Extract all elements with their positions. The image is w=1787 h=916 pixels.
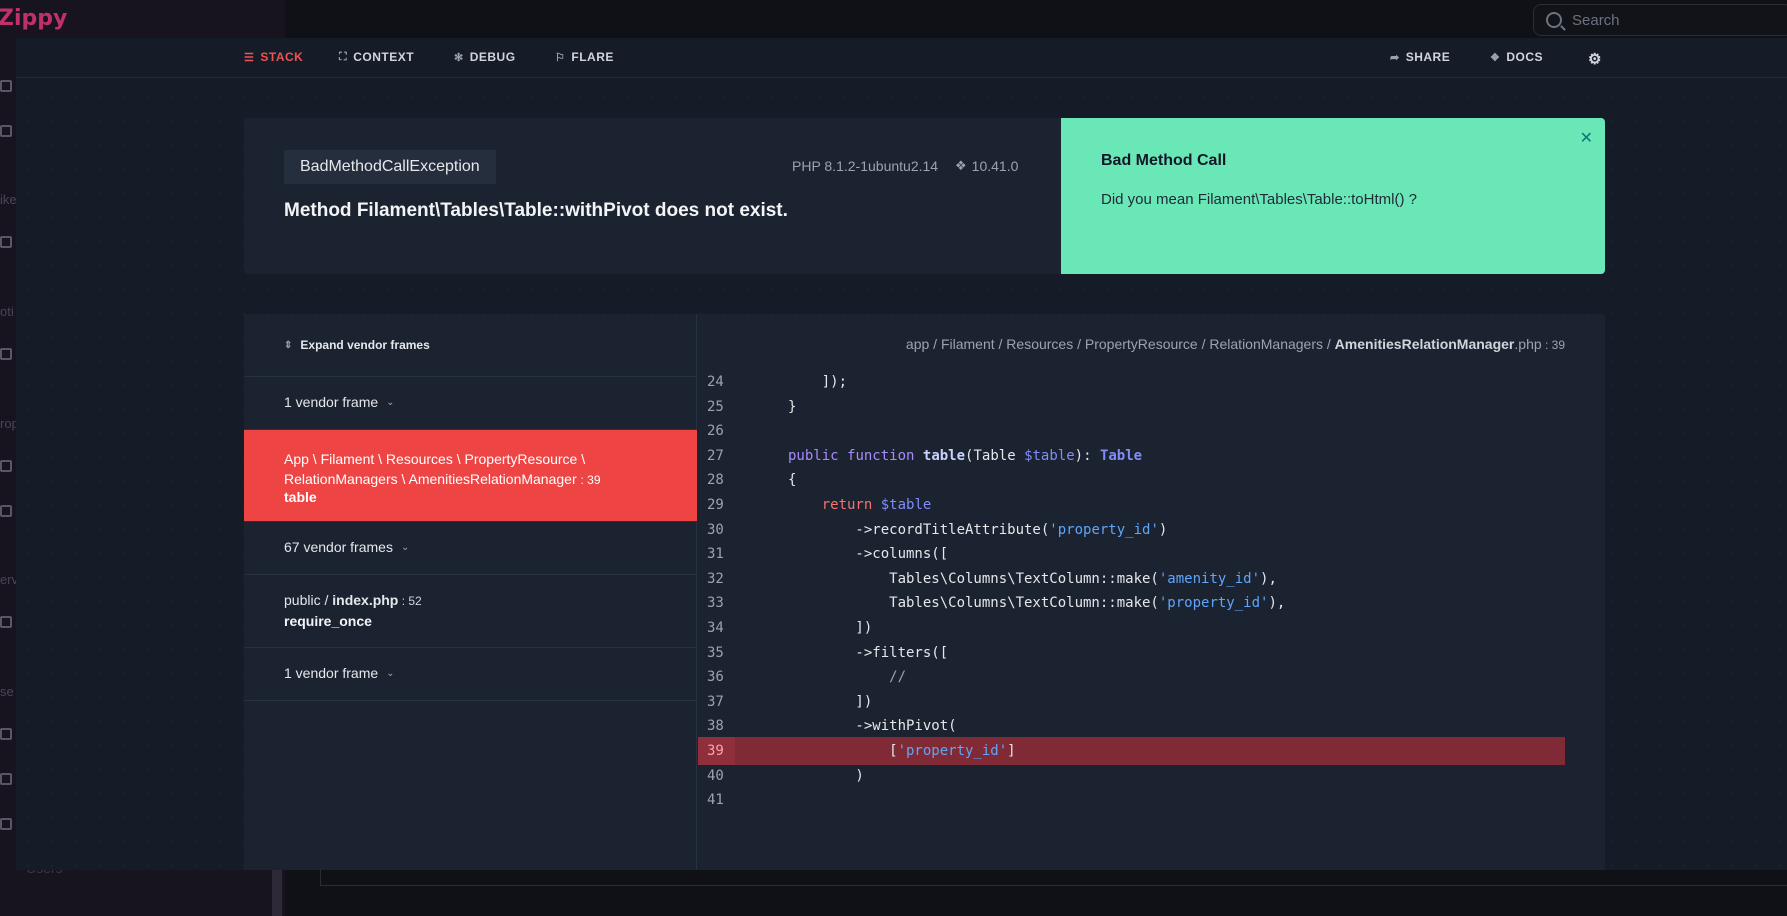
vendor-frame-group[interactable]: 67 vendor frames ⌄ xyxy=(244,522,697,575)
docs-button[interactable]: ❖ DOCS xyxy=(1490,50,1543,64)
settings-button[interactable]: ⚙ xyxy=(1588,50,1602,68)
frame-dir: public / xyxy=(284,592,333,608)
expand-label: Expand vendor frames xyxy=(300,338,430,352)
tab-debug-label: DEBUG xyxy=(469,50,516,64)
list-icon: ☰ xyxy=(244,51,255,64)
code-line: 41 xyxy=(698,786,1565,814)
bug-icon: ✻ xyxy=(454,51,464,64)
app-frame[interactable]: public / index.php : 52 require_once xyxy=(244,575,697,648)
share-icon: ➦ xyxy=(1390,51,1400,64)
vendor-frame-label: 67 vendor frames xyxy=(284,539,393,555)
tab-stack[interactable]: ☰ STACK xyxy=(244,50,303,64)
sidebar-fragment: se xyxy=(0,684,14,699)
frame-list: ⇕ Expand vendor frames 1 vendor frame ⌄ … xyxy=(244,314,697,870)
code-viewer: app / Filament / Resources / PropertyRes… xyxy=(698,314,1605,870)
error-topnav: ☰ STACK ⛶ CONTEXT ✻ DEBUG ⚐ FLARE ➦ SHAR… xyxy=(16,38,1787,78)
laravel-version: ❖ 10.41.0 xyxy=(955,158,1018,174)
search-placeholder: Search xyxy=(1572,11,1620,29)
solution-panel: Bad Method Call Did you mean Filament\Ta… xyxy=(1061,118,1605,274)
folder-icon xyxy=(0,125,12,137)
tab-stack-label: STACK xyxy=(260,50,304,64)
solution-text: Did you mean Filament\Tables\Table::toHt… xyxy=(1101,191,1417,208)
file-ext: .php xyxy=(1514,336,1542,352)
expand-icon: ⛶ xyxy=(339,50,348,63)
folder-icon xyxy=(0,616,12,628)
active-frame-function: table xyxy=(284,489,317,505)
sidebar-fragment: ike xyxy=(0,192,17,207)
folder-icon xyxy=(0,348,12,360)
folder-icon xyxy=(0,236,12,248)
docs-label: DOCS xyxy=(1506,50,1544,64)
vendor-frame-group[interactable]: 1 vendor frame ⌄ xyxy=(244,377,697,430)
folder-icon xyxy=(0,728,12,740)
expand-vendor-frames[interactable]: ⇕ Expand vendor frames xyxy=(244,314,697,377)
folder-icon xyxy=(0,773,12,785)
frame-file: index.php xyxy=(332,592,399,608)
gear-icon: ⚙ xyxy=(1588,51,1602,68)
active-frame-line: : 39 xyxy=(580,473,601,487)
php-version: PHP 8.1.2-1ubuntu2.14 xyxy=(792,158,939,174)
exception-message: Method Filament\Tables\Table::withPivot … xyxy=(284,200,788,221)
brand-logo: Zippy xyxy=(0,6,68,31)
chevron-down-icon: ⌄ xyxy=(400,541,410,553)
laravel-version-label: 10.41.0 xyxy=(971,158,1019,174)
exception-class: BadMethodCallException xyxy=(284,150,496,184)
error-card: BadMethodCallException PHP 8.1.2-1ubuntu… xyxy=(244,118,1605,274)
background-panel-edge xyxy=(320,870,1787,886)
line-number: 41 xyxy=(707,792,724,809)
solution-title: Bad Method Call xyxy=(1101,152,1227,169)
share-label: SHARE xyxy=(1405,50,1451,64)
file-path[interactable]: app / Filament / Resources / PropertyRes… xyxy=(906,336,1565,352)
laravel-icon: ❖ xyxy=(1490,51,1501,64)
sidebar-scrollbar[interactable] xyxy=(272,870,282,916)
search-icon xyxy=(1546,12,1562,28)
close-icon[interactable]: ✕ xyxy=(1580,128,1593,148)
active-frame[interactable]: App \ Filament \ Resources \ PropertyRes… xyxy=(244,430,697,522)
frame-line: : 52 xyxy=(398,594,422,608)
frame-function: require_once xyxy=(284,613,372,629)
file-dir: app / Filament / Resources / PropertyRes… xyxy=(905,336,1335,352)
tab-context-label: CONTEXT xyxy=(353,50,415,64)
tab-debug[interactable]: ✻ DEBUG xyxy=(454,50,516,64)
vendor-frame-group[interactable]: 1 vendor frame ⌄ xyxy=(244,648,697,701)
tab-flare[interactable]: ⚐ FLARE xyxy=(555,50,614,64)
tab-flare-label: FLARE xyxy=(571,50,614,64)
stack-trace: ⇕ Expand vendor frames 1 vendor frame ⌄ … xyxy=(244,314,1605,870)
active-frame-path: App \ Filament \ Resources \ PropertyRes… xyxy=(284,451,586,487)
vendor-frame-label: 1 vendor frame xyxy=(284,665,379,681)
share-button[interactable]: ➦ SHARE xyxy=(1390,50,1450,64)
folder-icon xyxy=(0,505,12,517)
file-name: AmenitiesRelationManager xyxy=(1334,336,1515,352)
sidebar-fragment: oti xyxy=(0,304,14,319)
search-input[interactable]: Search xyxy=(1533,4,1787,36)
folder-icon xyxy=(0,80,12,92)
tab-context[interactable]: ⛶ CONTEXT xyxy=(339,50,414,64)
chevron-down-icon: ⌄ xyxy=(386,667,395,679)
error-summary: BadMethodCallException PHP 8.1.2-1ubuntu… xyxy=(244,118,1061,274)
chevron-updown-icon: ⇕ xyxy=(284,339,293,351)
folder-icon xyxy=(0,460,12,472)
vendor-frame-label: 1 vendor frame xyxy=(284,394,379,410)
file-line: : 39 xyxy=(1541,338,1565,352)
laravel-icon: ❖ xyxy=(955,158,967,173)
flare-icon: ⚐ xyxy=(555,51,566,64)
chevron-down-icon: ⌄ xyxy=(386,396,395,408)
folder-icon xyxy=(0,818,12,830)
error-overlay: ☰ STACK ⛶ CONTEXT ✻ DEBUG ⚐ FLARE ➦ SHAR… xyxy=(16,38,1787,870)
